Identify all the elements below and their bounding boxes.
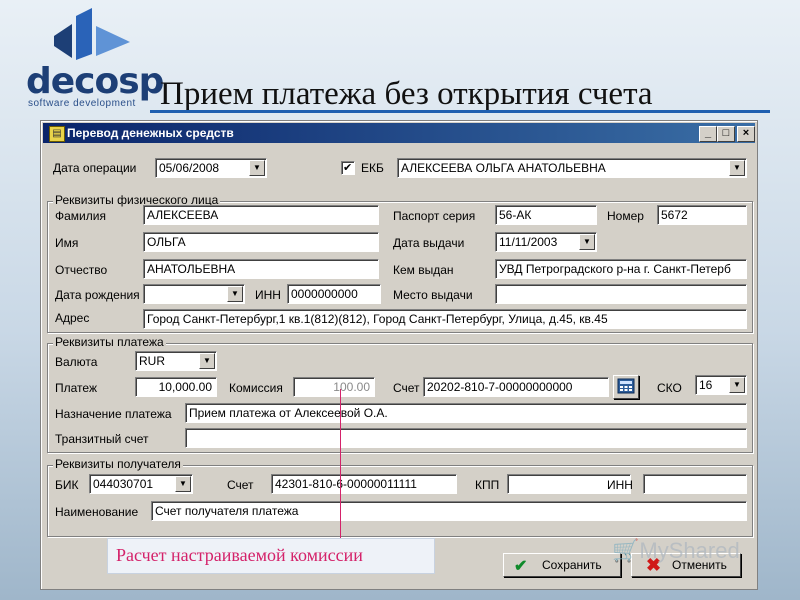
- amount-field[interactable]: 10,000.00: [135, 377, 217, 397]
- annotation-pointer-line: [340, 389, 341, 539]
- inn-label: ИНН: [255, 288, 281, 302]
- transit-account-label: Транзитный счет: [55, 432, 149, 446]
- account-lookup-button[interactable]: [613, 375, 639, 399]
- minimize-button[interactable]: _: [699, 126, 717, 142]
- date-operation-value: 05/06/2008: [159, 161, 220, 175]
- recipient-inn-field[interactable]: [643, 474, 747, 494]
- save-button-label: Сохранить: [542, 558, 602, 572]
- save-button[interactable]: ✔ Сохранить: [503, 553, 621, 577]
- check-icon: ✔: [514, 558, 528, 575]
- title-underline: [150, 110, 770, 113]
- transfer-window: ▤ Перевод денежных средств _ □ × Дата оп…: [40, 120, 758, 590]
- client-dropdown-icon[interactable]: ▼: [729, 160, 745, 176]
- issue-date-label: Дата выдачи: [393, 236, 465, 250]
- surname-field[interactable]: АЛЕКСЕЕВА: [143, 205, 379, 225]
- bik-label: БИК: [55, 478, 79, 492]
- client-select[interactable]: АЛЕКСЕЕВА ОЛЬГА АНАТОЛЬЕВНА ▼: [397, 158, 747, 178]
- payment-account-field[interactable]: 20202-810-7-00000000000: [423, 377, 609, 397]
- logo-subtitle: software development: [28, 98, 136, 109]
- kpp-label: КПП: [475, 478, 500, 492]
- annotation-text: Расчет настраиваемой комиссии: [116, 545, 363, 565]
- payment-group-title: Реквизиты платежа: [53, 335, 166, 349]
- recipient-group-title: Реквизиты получателя: [53, 457, 183, 471]
- issue-place-label: Место выдачи: [393, 288, 473, 302]
- sko-value: 16: [699, 378, 713, 392]
- patronymic-field[interactable]: АНАТОЛЬЕВНА: [143, 259, 379, 279]
- surname-label: Фамилия: [55, 209, 106, 223]
- logo-text: decosp: [26, 61, 164, 102]
- transit-account-field[interactable]: [185, 428, 747, 448]
- sko-dropdown-icon[interactable]: ▼: [729, 377, 745, 393]
- currency-label: Валюта: [55, 355, 98, 369]
- issue-date-value: 11/11/2003: [499, 235, 558, 249]
- sko-label: СКО: [657, 381, 682, 395]
- window-app-icon: ▤: [49, 126, 65, 142]
- ekb-label: ЕКБ: [361, 161, 384, 175]
- watermark-text: MyShared: [639, 538, 740, 563]
- slide-title: Прием платежа без открытия счета: [160, 76, 653, 112]
- birth-date-field[interactable]: ▼: [143, 284, 245, 304]
- bik-dropdown-icon[interactable]: ▼: [175, 476, 191, 492]
- watermark-cart-icon: 🛒: [612, 538, 640, 563]
- address-label: Адрес: [55, 311, 90, 325]
- passport-series-field[interactable]: 56-АК: [495, 205, 597, 225]
- name-label: Имя: [55, 236, 79, 250]
- sko-select[interactable]: 16 ▼: [695, 375, 747, 395]
- currency-select[interactable]: RUR ▼: [135, 351, 217, 371]
- date-operation-field[interactable]: 05/06/2008 ▼: [155, 158, 267, 178]
- window-titlebar[interactable]: ▤ Перевод денежных средств _ □ ×: [43, 123, 755, 143]
- issue-place-field[interactable]: [495, 284, 747, 304]
- commission-field[interactable]: 100.00: [293, 377, 375, 397]
- bik-select[interactable]: 044030701 ▼: [89, 474, 193, 494]
- date-dropdown-icon[interactable]: ▼: [249, 160, 265, 176]
- passport-number-field[interactable]: 5672: [657, 205, 747, 225]
- decosp-logo-mark-icon: [54, 8, 130, 60]
- birth-date-dropdown-icon[interactable]: ▼: [227, 286, 243, 302]
- purpose-label: Назначение платежа: [55, 407, 172, 421]
- recipient-account-field[interactable]: 42301-810-6-00000011111: [271, 474, 457, 494]
- close-button[interactable]: ×: [737, 126, 755, 142]
- payment-account-label: Счет: [393, 381, 420, 395]
- currency-value: RUR: [139, 354, 165, 368]
- patronymic-label: Отчество: [55, 263, 108, 277]
- name-field[interactable]: ОЛЬГА: [143, 232, 379, 252]
- address-field[interactable]: Город Санкт-Петербург,1 кв.1(812)(812), …: [143, 309, 747, 329]
- issued-by-field[interactable]: УВД Петроградского р-на г. Санкт-Петерб: [495, 259, 747, 279]
- commission-label: Комиссия: [229, 381, 283, 395]
- issue-date-field[interactable]: 11/11/2003 ▼: [495, 232, 597, 252]
- passport-number-label: Номер: [607, 209, 644, 223]
- recipient-account-label: Счет: [227, 478, 254, 492]
- ekb-checkbox[interactable]: ✔: [341, 161, 355, 175]
- recipient-name-field[interactable]: Счет получателя платежа: [151, 501, 747, 521]
- amount-label: Платеж: [55, 381, 97, 395]
- issue-date-dropdown-icon[interactable]: ▼: [579, 234, 595, 250]
- recipient-name-label: Наименование: [55, 505, 139, 519]
- maximize-button[interactable]: □: [717, 126, 735, 142]
- currency-dropdown-icon[interactable]: ▼: [199, 353, 215, 369]
- purpose-field[interactable]: Прием платежа от Алексеевой О.А.: [185, 403, 747, 423]
- recipient-inn-label: ИНН: [607, 478, 633, 492]
- client-value: АЛЕКСЕЕВА ОЛЬГА АНАТОЛЬЕВНА: [401, 161, 606, 175]
- inn-field[interactable]: 0000000000: [287, 284, 381, 304]
- annotation-box: Расчет настраиваемой комиссии: [107, 538, 435, 574]
- bik-value: 044030701: [93, 477, 154, 491]
- calculator-icon: [617, 378, 635, 394]
- window-title: Перевод денежных средств: [67, 126, 234, 140]
- passport-series-label: Паспорт серия: [393, 209, 476, 223]
- issued-by-label: Кем выдан: [393, 263, 454, 277]
- date-operation-label: Дата операции: [53, 161, 137, 175]
- watermark: 🛒MyShared: [612, 538, 740, 564]
- birth-date-label: Дата рождения: [55, 288, 140, 302]
